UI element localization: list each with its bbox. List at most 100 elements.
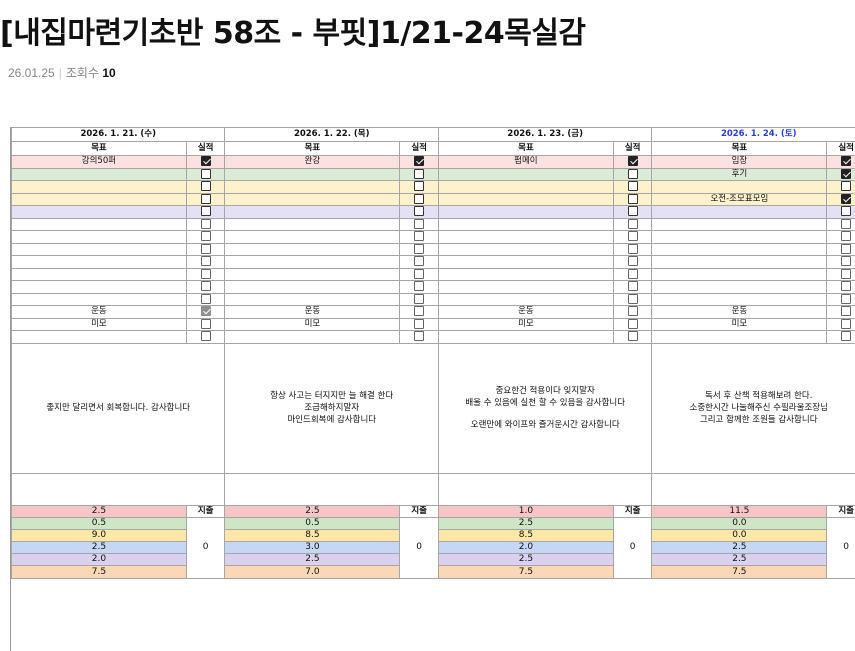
date-header: 2026. 1. 24. (토) xyxy=(651,127,855,142)
goal-cell xyxy=(224,217,401,231)
amount-cell: 7.5 xyxy=(11,565,187,579)
checkbox-icon xyxy=(414,231,425,241)
checkbox-icon xyxy=(841,156,852,166)
empty-cell xyxy=(11,472,226,506)
goal-cell: 운동 xyxy=(437,305,614,319)
checkbox-icon xyxy=(841,256,852,266)
empty-cell xyxy=(224,472,439,506)
result-cell xyxy=(185,217,226,231)
note-line: 좋지만 달리면서 회복합니다. 감사합니다 xyxy=(46,403,191,413)
date-header: 2026. 1. 23. (금) xyxy=(437,127,653,142)
goal-cell xyxy=(224,280,401,294)
amount-cell: 2.5 xyxy=(11,504,187,518)
result-cell xyxy=(399,205,439,219)
result-cell xyxy=(399,242,439,256)
checkbox-icon xyxy=(841,243,852,254)
checkbox-icon xyxy=(414,306,425,316)
goal-cell xyxy=(651,242,828,256)
checkbox-icon xyxy=(841,268,852,279)
goal-cell xyxy=(437,267,614,281)
goal-column-header: 목표 xyxy=(11,141,187,156)
spend-value: 0 xyxy=(826,516,855,579)
checkbox-icon xyxy=(627,231,638,241)
result-cell xyxy=(826,330,855,344)
goal-cell xyxy=(437,330,614,344)
result-cell xyxy=(399,317,439,331)
goal-cell xyxy=(11,230,187,244)
note-line: 배울 수 있음에 실천 할 수 있음을 감사합니다 xyxy=(465,398,626,408)
checkbox-icon xyxy=(627,318,638,329)
result-cell xyxy=(185,155,226,169)
checkbox-icon xyxy=(414,281,425,291)
checkbox-icon xyxy=(627,181,638,191)
checkbox-icon xyxy=(414,168,425,179)
goal-cell xyxy=(11,292,187,306)
date-header: 2026. 1. 21. (수) xyxy=(11,127,226,142)
goal-cell: 운동 xyxy=(651,305,828,319)
checkbox-icon xyxy=(627,218,638,229)
goal-cell xyxy=(224,242,401,256)
goal-cell xyxy=(437,292,614,306)
result-column-header: 실적 xyxy=(612,141,653,156)
checkbox-icon xyxy=(200,268,211,279)
spend-header: 지출 xyxy=(399,504,439,518)
goal-cell xyxy=(224,167,401,181)
result-cell xyxy=(185,205,226,219)
note-line: 항상 사고는 터지지만 늘 해결 한다 xyxy=(270,391,394,401)
goal-column-header: 목표 xyxy=(437,141,614,156)
result-cell xyxy=(185,330,226,344)
goal-cell: 미모 xyxy=(224,317,401,331)
note-line xyxy=(443,409,647,419)
post-meta: 26.01.25 | 조회수 10 xyxy=(8,64,116,81)
goal-cell xyxy=(11,167,187,181)
checkbox-icon xyxy=(414,268,425,279)
result-cell xyxy=(399,292,439,306)
checkbox-icon xyxy=(627,156,638,166)
amount-cell: 8.5 xyxy=(224,528,401,543)
goal-cell: 미모 xyxy=(437,317,614,331)
note-line: 마인드회복에 감사합니다 xyxy=(287,415,377,425)
goal-cell: 강의50퍼 xyxy=(11,155,187,169)
spend-header: 지출 xyxy=(612,504,653,518)
goal-cell xyxy=(651,205,828,219)
result-cell xyxy=(399,330,439,344)
result-cell xyxy=(826,155,855,169)
amount-cell: 11.5 xyxy=(651,504,828,518)
note-line: 독서 후 산책 적용해보려 한다. xyxy=(705,391,813,401)
note-line: 소중한시간 나눌해주신 수필라울조장님 xyxy=(689,403,828,413)
result-cell xyxy=(399,267,439,281)
goal-cell xyxy=(437,180,614,194)
checkbox-icon xyxy=(414,243,425,254)
table-row xyxy=(11,280,855,294)
daily-note: 항상 사고는 터지지만 늘 해결 한다 조급해하지말자 마인드회복에 감사합니다 xyxy=(224,342,439,474)
result-cell xyxy=(612,180,653,194)
checkbox-icon xyxy=(414,193,425,204)
table-row: 미모 미모 미모 미모 xyxy=(11,317,855,331)
goal-cell xyxy=(437,205,614,219)
checkbox-icon xyxy=(414,156,425,166)
amount-cell: 2.5 xyxy=(651,553,828,567)
result-cell xyxy=(185,167,226,181)
checkbox-icon xyxy=(841,193,852,204)
result-cell xyxy=(185,267,226,281)
result-cell xyxy=(826,180,855,194)
checkbox-icon xyxy=(414,318,425,329)
checkbox-icon xyxy=(627,206,638,216)
result-cell xyxy=(399,230,439,244)
result-cell xyxy=(399,155,439,169)
checkbox-icon xyxy=(627,268,638,279)
daily-note: 중요한건 적용이다 잊지말자 배울 수 있음에 실천 할 수 있음을 감사합니다 오… xyxy=(437,342,653,474)
result-cell xyxy=(826,230,855,244)
result-cell xyxy=(612,217,653,231)
checkbox-icon xyxy=(200,306,211,316)
amount-cell: 0.5 xyxy=(11,516,187,530)
goal-cell xyxy=(11,267,187,281)
checkbox-icon xyxy=(200,318,211,329)
column-header-row: 목표 실적 목표 실적 목표 실적 목표 실적 xyxy=(11,141,855,156)
result-cell xyxy=(826,280,855,294)
goal-cell xyxy=(651,180,828,194)
table-row xyxy=(11,180,855,194)
views-count: 10 xyxy=(102,66,116,80)
goal-cell xyxy=(437,230,614,244)
checkbox-icon xyxy=(841,331,852,341)
